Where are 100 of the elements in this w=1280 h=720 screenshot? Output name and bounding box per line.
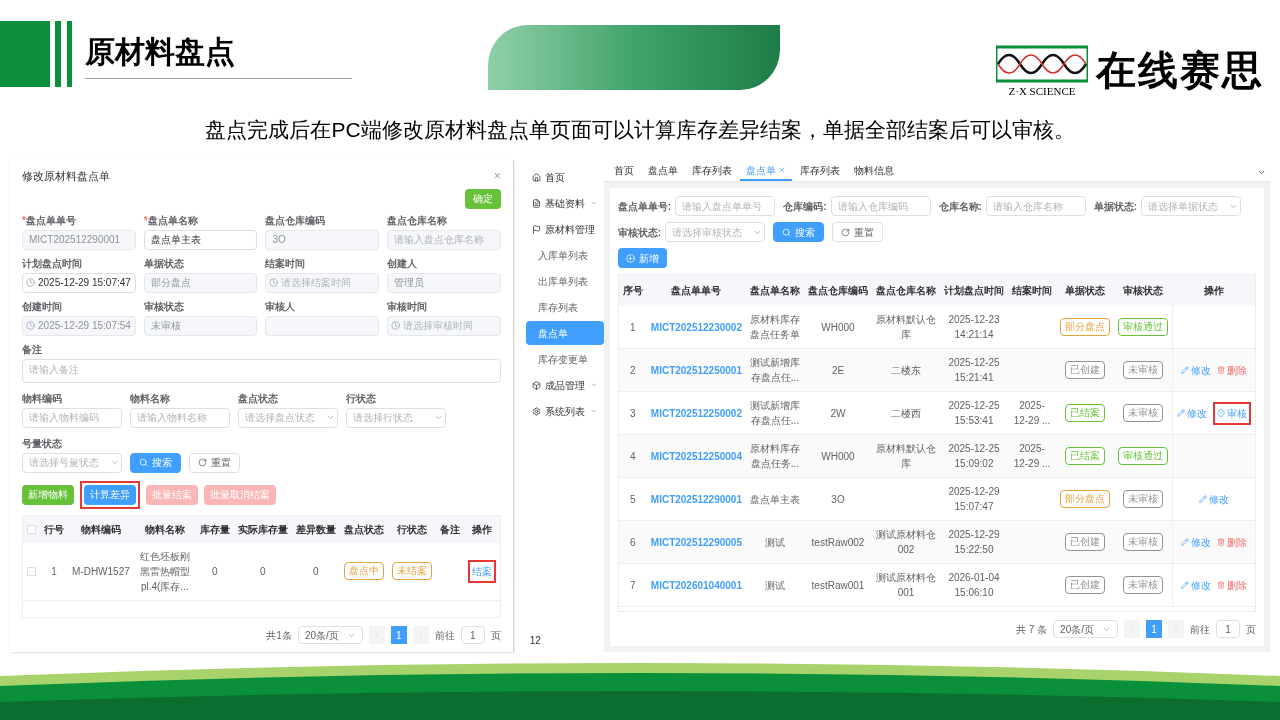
edit-link[interactable]: 修改	[1177, 405, 1207, 421]
edit-link[interactable]: 修改	[1199, 491, 1229, 507]
order-link[interactable]: MICT202512290005	[650, 536, 742, 548]
required-mark: *	[22, 214, 26, 226]
search-button[interactable]: 搜索	[773, 222, 825, 242]
status-tag: 已创建	[1065, 361, 1105, 379]
filter-label: 物料名称	[130, 391, 171, 406]
dialog-title: 修改原材料盘点单	[22, 169, 110, 184]
trash-icon	[1217, 366, 1225, 374]
order-link[interactable]: MICT202512290001	[650, 493, 742, 505]
check-circle-icon	[1217, 409, 1225, 417]
order-link[interactable]: MICT202601040001	[650, 579, 742, 591]
edit-link[interactable]: 修改	[1181, 362, 1211, 378]
close-button[interactable]: ×	[493, 170, 501, 183]
table-cell: 红色坯板刚黑雷热帽型pl.4(库存...	[133, 542, 196, 600]
sidebar-subitem[interactable]: 盘点单	[525, 321, 604, 345]
select-field[interactable]: 请选择号量状态	[22, 452, 122, 473]
status-tag: 未审核	[1123, 576, 1163, 594]
refresh-icon	[198, 458, 207, 467]
select-field[interactable]: 请选择行状态	[346, 407, 446, 428]
page-button[interactable]: 1	[1146, 620, 1162, 638]
page-input[interactable]: 1	[1216, 620, 1240, 638]
delete-link[interactable]: 删除	[1217, 577, 1247, 593]
reset-button[interactable]: 重置	[189, 452, 240, 473]
next-page-button[interactable]	[412, 626, 429, 644]
search-button[interactable]: 搜索	[130, 452, 181, 473]
tab[interactable]: 库存列表	[685, 161, 738, 181]
input-field[interactable]: 请输入物料名称	[130, 407, 230, 428]
sidebar-item[interactable]: 首页	[525, 164, 604, 190]
action-button[interactable]: 新增物料	[22, 484, 74, 505]
table-cell: M-DHW1527	[68, 542, 134, 600]
sidebar-item[interactable]: 基础资料	[525, 190, 604, 216]
column-header: 物料编码	[68, 515, 134, 543]
delete-link[interactable]: 删除	[1217, 534, 1247, 550]
order-link[interactable]: MICT202512250004	[650, 450, 742, 462]
select-field[interactable]: 请选择单据状态	[1141, 196, 1242, 216]
plus-circle-icon	[625, 253, 635, 263]
sidebar-item[interactable]: 成品管理	[525, 372, 604, 398]
status-tag: 部分盘点	[1060, 490, 1110, 508]
input-field[interactable]: 请输入盘点单单号	[675, 196, 776, 216]
status-tag: 已结案	[1065, 447, 1105, 465]
filter-label: 仓库名称:	[938, 199, 982, 214]
edit-link[interactable]: 修改	[1181, 534, 1211, 550]
sidebar-subitem[interactable]: 库存变更单	[525, 347, 604, 371]
page-size-select[interactable]: 20条/页	[297, 626, 363, 644]
tab[interactable]: 物料信息	[847, 161, 900, 181]
column-header: 库存量	[195, 515, 234, 543]
tab[interactable]: 盘点单	[641, 161, 684, 181]
next-page-button[interactable]	[1168, 620, 1184, 638]
chevron-down-icon	[589, 407, 598, 415]
reset-button[interactable]: 重置	[832, 222, 884, 242]
sidebar-subitem[interactable]: 出库单列表	[525, 269, 604, 293]
prev-page-button[interactable]	[1124, 620, 1140, 638]
filter-label: 盘点单单号:	[617, 199, 672, 214]
page-size-select[interactable]: 20条/页	[1053, 620, 1118, 638]
home-icon	[531, 172, 541, 182]
sidebar-item[interactable]: 原材料管理	[525, 216, 604, 242]
document-icon	[531, 198, 541, 208]
column-header: 盘点单名称	[746, 275, 804, 306]
tab[interactable]: 首页	[607, 161, 640, 181]
slide-subtitle: 盘点完成后在PC端修改原材料盘点单页面可以计算库存差异结案，单据全部结案后可以审核。	[205, 117, 1075, 144]
column-header: 盘点仓库编码	[804, 275, 872, 306]
column-header: 盘点状态	[339, 515, 388, 543]
sidebar-item[interactable]: 系统列表	[525, 398, 604, 424]
remark-field[interactable]: 请输入备注	[22, 358, 501, 383]
prev-page-button[interactable]	[368, 626, 385, 644]
page-input[interactable]: 1	[460, 626, 485, 644]
date-field[interactable]: 2025-12-29 15:07:47	[22, 272, 136, 293]
order-link[interactable]: MICT202512250001	[650, 364, 742, 376]
table-cell: 原材料库存盘点任务单	[746, 306, 804, 349]
tab[interactable]: 盘点单	[739, 161, 792, 181]
audit-link[interactable]: 审核	[1217, 405, 1247, 421]
tab[interactable]: 库存列表	[793, 161, 846, 181]
close-case-link[interactable]: 结案	[471, 563, 492, 579]
sidebar-subitem[interactable]: 库存列表	[525, 295, 604, 319]
select-field[interactable]: 请选择审核状态	[665, 222, 766, 242]
box-icon	[531, 380, 541, 390]
table-cell: 2025-12-23 14:21:14	[940, 306, 1008, 349]
column-header: 行号	[40, 515, 68, 543]
input-field[interactable]: 请输入仓库名称	[985, 196, 1086, 216]
input-field[interactable]: 请输入仓库编码	[830, 196, 931, 216]
order-link[interactable]: MICT202512250002	[650, 407, 742, 419]
column-header: 单据状态	[1056, 275, 1114, 306]
filter-label: 仓库编码:	[783, 199, 827, 214]
field-label: 盘点仓库名称	[387, 213, 449, 228]
order-link[interactable]: MICT202512230002	[650, 321, 742, 333]
delete-link[interactable]: 删除	[1217, 362, 1247, 378]
input-field[interactable]: 请输入物料编码	[22, 407, 122, 428]
add-button[interactable]: 新增	[617, 248, 667, 268]
input-field[interactable]: 盘点单主表	[143, 229, 258, 250]
select-field[interactable]: 请选择盘点状态	[238, 407, 338, 428]
chevron-down-icon	[434, 413, 443, 422]
edit-link[interactable]: 修改	[1181, 577, 1211, 593]
checkbox[interactable]	[27, 566, 36, 576]
sidebar-subitem[interactable]: 入库单列表	[525, 243, 604, 267]
checkbox[interactable]	[27, 524, 36, 534]
column-header: 行状态	[387, 515, 436, 543]
confirm-button[interactable]: 确定	[464, 188, 501, 209]
page-button[interactable]: 1	[390, 626, 407, 644]
action-button[interactable]: 计算差异	[84, 484, 136, 505]
